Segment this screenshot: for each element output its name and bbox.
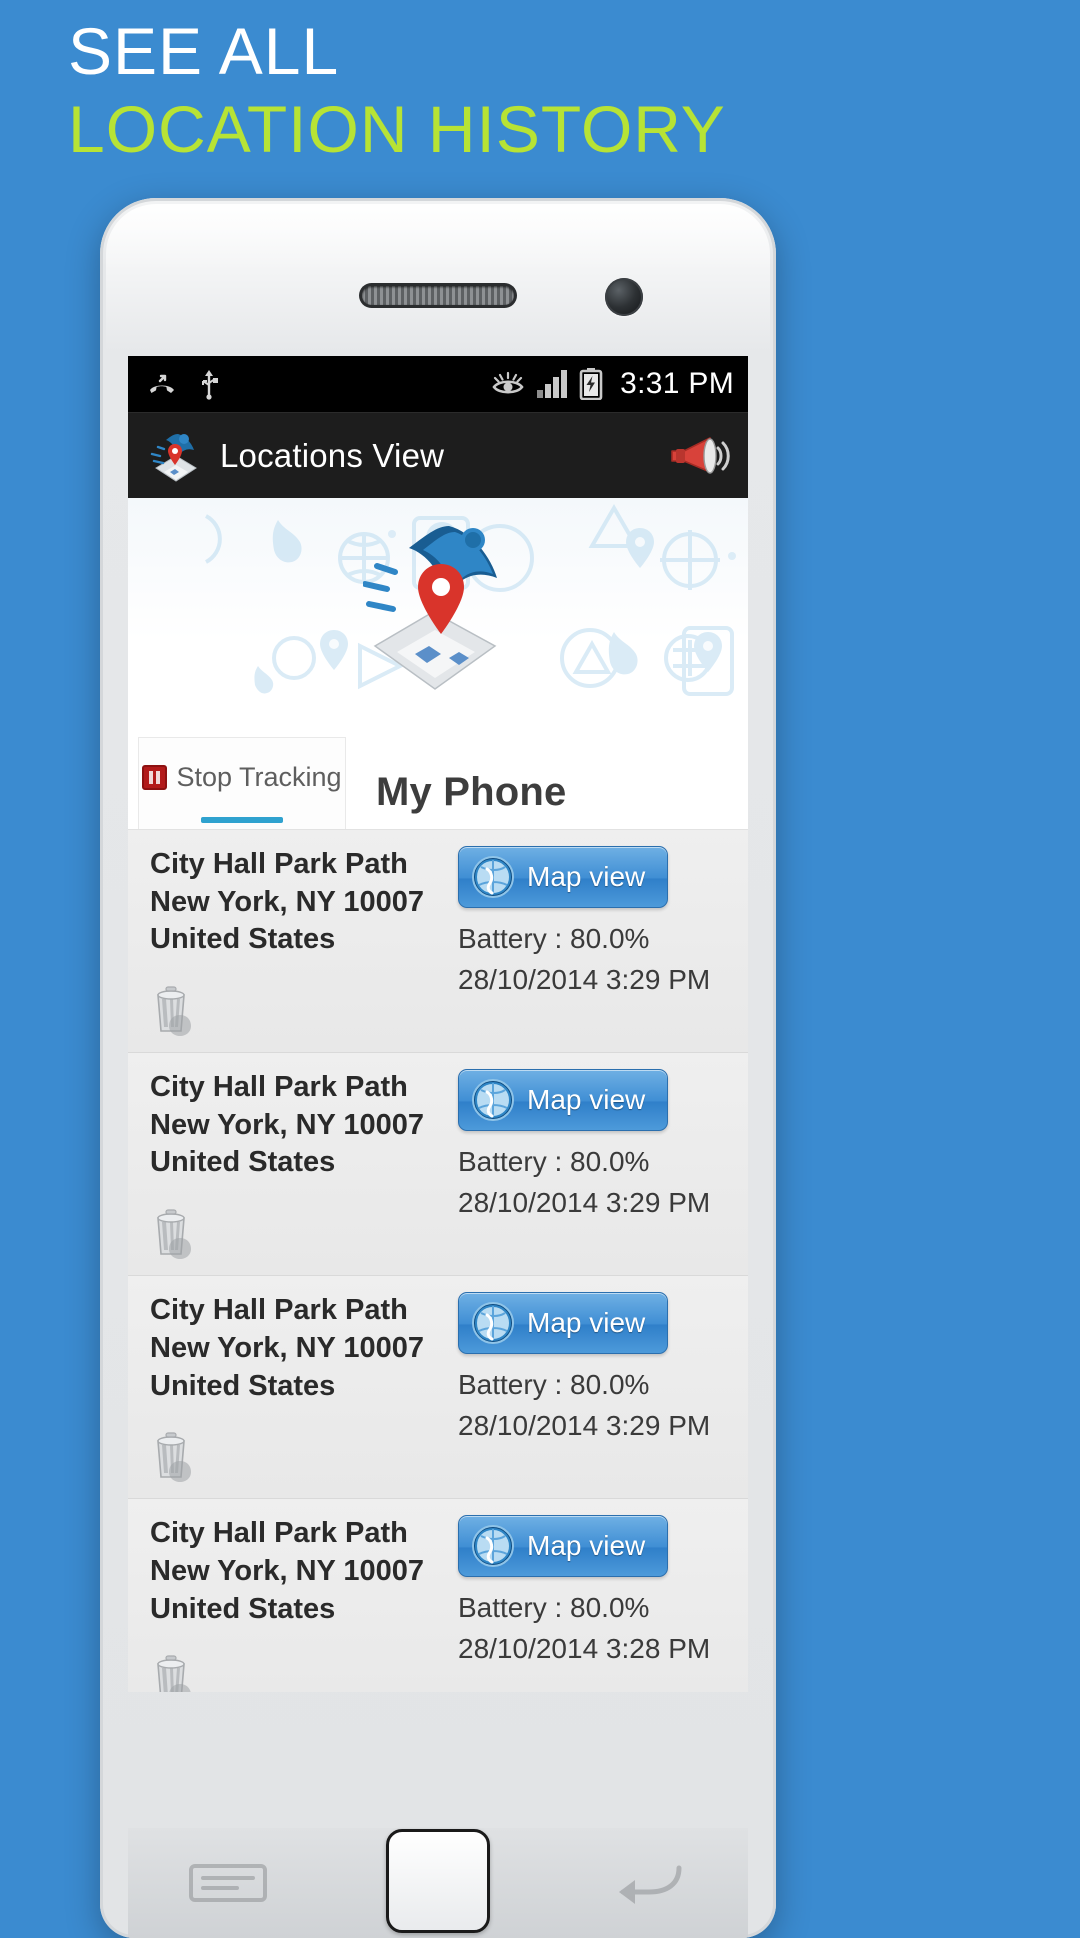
pause-icon <box>142 765 168 790</box>
delete-location-button[interactable] <box>150 981 458 1042</box>
back-arrow-icon[interactable] <box>605 1852 691 1914</box>
locations-list[interactable]: City Hall Park Path New York, NY 10007 U… <box>128 830 748 1692</box>
timestamp-value: 28/10/2014 3:28 PM <box>458 1632 711 1664</box>
address-line-3: United States <box>150 923 336 956</box>
page-title: Locations View <box>220 436 445 474</box>
signal-bars-icon <box>537 370 568 398</box>
table-row[interactable]: City Hall Park Path New York, NY 10007 U… <box>128 1276 748 1500</box>
row-detail-block: Map view Battery : 80.0% 28/10/2014 3:29… <box>458 846 748 1042</box>
timestamp-value: 28/10/2014 3:29 PM <box>458 1186 711 1218</box>
status-bar: 3:31 PM <box>128 356 748 412</box>
battery-value: Battery : 80.0% <box>458 1146 650 1178</box>
missed-call-icon <box>150 374 174 393</box>
map-view-button-label: Map view <box>527 1307 646 1339</box>
address-line-2: New York, NY 10007 <box>150 1554 425 1587</box>
timestamp-value: 28/10/2014 3:29 PM <box>458 963 711 995</box>
device-name-header: My Phone <box>376 770 567 814</box>
map-view-button-label: Map view <box>527 1084 646 1116</box>
promo-headline: SEE ALL LOCATION HISTORY <box>68 14 1008 169</box>
address-line-2: New York, NY 10007 <box>150 885 425 918</box>
globe-icon <box>472 1079 514 1122</box>
table-row[interactable]: City Hall Park Path New York, NY 10007 U… <box>128 830 748 1054</box>
tab-stop-tracking-label: Stop Tracking <box>176 762 342 792</box>
front-camera-icon <box>605 278 643 316</box>
battery-charging-icon <box>579 368 603 400</box>
row-address-block: City Hall Park Path New York, NY 10007 U… <box>128 1069 458 1265</box>
locations-map-logo-icon <box>150 433 197 482</box>
earpiece-speaker-grille <box>362 286 514 305</box>
status-bar-left-icons <box>146 368 222 400</box>
battery-value: Battery : 80.0% <box>458 923 650 954</box>
row-detail-block: Map view Battery : 80.0% 28/10/2014 3:28… <box>458 1515 748 1692</box>
timestamp-value: 28/10/2014 3:29 PM <box>458 1409 711 1441</box>
eye-icon <box>492 371 524 394</box>
phone-screen: 3:31 PM Locations View Stop Tracking My … <box>128 356 748 1692</box>
tab-strip: Stop Tracking My Phone <box>128 726 748 830</box>
delete-location-button[interactable] <box>150 1427 458 1488</box>
map-view-button[interactable]: Map view <box>458 1069 668 1132</box>
row-detail-block: Map view Battery : 80.0% 28/10/2014 3:29… <box>458 1292 748 1488</box>
tab-selected-underline <box>201 817 283 823</box>
address-line-2: New York, NY 10007 <box>150 1331 425 1364</box>
map-view-button-label: Map view <box>527 1530 646 1562</box>
bottom-navigation-bar <box>128 1828 748 1938</box>
table-row[interactable]: City Hall Park Path New York, NY 10007 U… <box>128 1053 748 1277</box>
address-line-3: United States <box>150 1592 336 1625</box>
address-line-3: United States <box>150 1369 336 1402</box>
map-view-button-label: Map view <box>527 861 646 892</box>
phone-device-mockup: 3:31 PM Locations View Stop Tracking My … <box>100 198 776 1938</box>
address-line-2: New York, NY 10007 <box>150 1108 425 1141</box>
globe-icon <box>472 856 514 898</box>
row-address-block: City Hall Park Path New York, NY 10007 U… <box>128 846 458 1042</box>
home-button-icon[interactable] <box>385 1829 490 1933</box>
address-line-3: United States <box>150 1146 336 1179</box>
header-banner <box>128 498 748 726</box>
delete-location-button[interactable] <box>150 1650 458 1692</box>
trash-icon <box>157 1209 191 1260</box>
promo-headline-line1: SEE ALL <box>68 14 340 88</box>
globe-icon <box>472 1302 514 1345</box>
row-detail-block: Map view Battery : 80.0% 28/10/2014 3:29… <box>458 1069 748 1265</box>
map-pin-person-logo-icon <box>363 526 497 690</box>
table-row[interactable]: City Hall Park Path New York, NY 10007 U… <box>128 1499 748 1692</box>
address-line-1: City Hall Park Path <box>150 1071 408 1104</box>
megaphone-icon[interactable] <box>668 432 730 480</box>
address-line-1: City Hall Park Path <box>150 848 408 880</box>
menu-icon[interactable] <box>185 1852 271 1914</box>
promo-headline-line2: LOCATION HISTORY <box>68 91 726 166</box>
battery-value: Battery : 80.0% <box>458 1369 650 1401</box>
map-view-button[interactable]: Map view <box>458 1292 668 1355</box>
address-line-1: City Hall Park Path <box>150 1294 408 1327</box>
status-bar-right-icons: 3:31 PM <box>491 367 734 401</box>
address-line-1: City Hall Park Path <box>150 1517 408 1550</box>
map-view-button[interactable]: Map view <box>458 1515 668 1578</box>
map-view-button[interactable]: Map view <box>458 846 668 908</box>
battery-value: Battery : 80.0% <box>458 1592 650 1624</box>
globe-icon <box>472 1525 514 1568</box>
app-action-bar: Locations View <box>128 412 748 498</box>
tab-stop-tracking[interactable]: Stop Tracking <box>138 737 346 829</box>
status-bar-clock: 3:31 PM <box>620 367 734 400</box>
row-address-block: City Hall Park Path New York, NY 10007 U… <box>128 1292 458 1488</box>
trash-icon <box>157 1432 191 1483</box>
delete-location-button[interactable] <box>150 1204 458 1265</box>
device-bezel-highlight <box>106 204 770 354</box>
usb-icon <box>202 370 218 400</box>
trash-icon <box>157 986 191 1037</box>
trash-icon <box>157 1655 191 1692</box>
row-address-block: City Hall Park Path New York, NY 10007 U… <box>128 1515 458 1692</box>
